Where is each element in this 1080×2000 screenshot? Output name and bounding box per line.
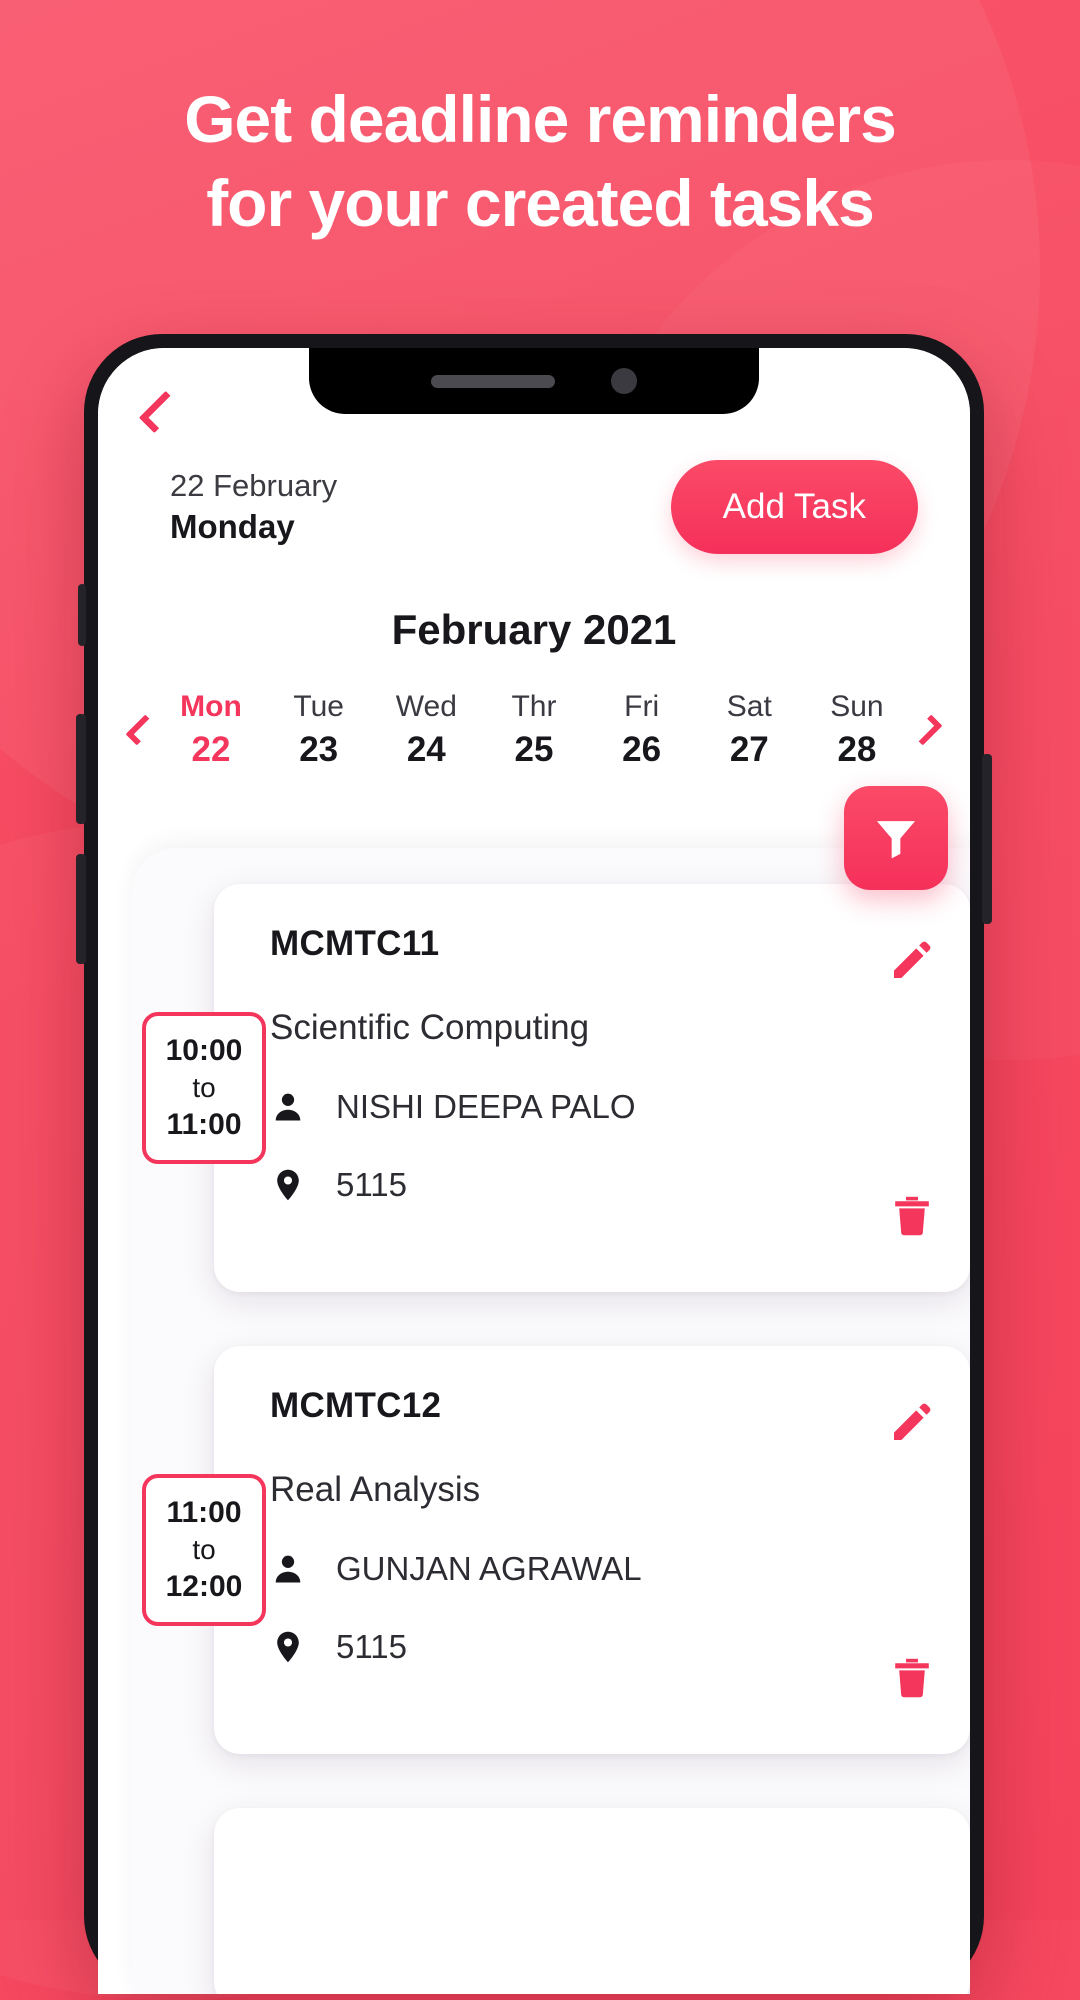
task-location-row: 5115 [270,1628,936,1666]
person-icon [275,1555,301,1583]
delete-task-button[interactable] [888,1654,936,1702]
next-week-button[interactable] [902,695,952,765]
day-name: Thr [511,690,557,723]
funnel-icon [876,821,916,859]
task-location: 5115 [336,1628,407,1665]
month-title: February 2021 [391,606,677,653]
headline-line-1: Get deadline reminders [184,82,897,156]
current-date-block: 22 February Monday [170,468,337,546]
task-start-time: 10:00 [165,1033,243,1067]
day-number: 25 [514,729,554,769]
header-date-row: 22 February Monday Add Task [98,460,970,554]
prev-week-button[interactable] [116,695,166,765]
phone-screen-frame: 22 February Monday Add Task February 202… [98,348,970,1994]
day-name: Fri [624,690,660,723]
day-cell-sun[interactable]: Sun 28 [818,688,896,771]
front-camera [611,368,637,394]
task-person-row: NISHI DEEPA PALO [270,1088,936,1126]
week-day-list: Mon 22 Tue 23 Wed 24 Thr 25 Fri 26 Sat 2… [166,688,902,771]
task-time-separator: to [192,1072,216,1104]
chevron-right-icon [911,714,943,746]
task-card-actions [888,1398,936,1702]
task-person-row: GUNJAN AGRAWAL [270,1550,936,1588]
task-row-partial[interactable] [98,1808,970,1994]
person-icon [275,1093,301,1121]
phone-mute-switch [78,584,86,646]
map-pin-icon [277,1169,299,1201]
task-code: MCMTC12 [270,1386,442,1425]
trash-icon [895,1658,929,1698]
headline-line-2: for your created tasks [206,166,875,240]
task-end-time: 11:00 [166,1107,242,1141]
task-start-time: 11:00 [166,1495,242,1529]
phone-mockup: 22 February Monday Add Task February 202… [76,334,992,1994]
promo-headline: Get deadline reminders for your created … [0,86,1080,236]
task-card[interactable]: MCMTC11 Scientific Computing NISHI DEEPA… [214,884,970,1292]
back-button[interactable] [136,384,184,440]
day-cell-mon[interactable]: Mon 22 [172,688,250,771]
task-end-time: 12:00 [165,1569,243,1603]
chevron-left-icon [125,714,157,746]
task-row[interactable]: 10:00 to 11:00 MCMTC11 Scientific Comput… [98,884,970,1292]
task-time-badge: 10:00 to 11:00 [142,1011,266,1165]
task-location: 5115 [336,1166,407,1203]
task-title: Scientific Computing [270,1008,590,1047]
phone-notch [309,348,759,414]
day-number: 27 [729,729,769,769]
map-pin-icon [277,1631,299,1663]
day-number: 24 [406,729,446,769]
day-number: 28 [837,729,877,769]
task-time-badge: 11:00 to 12:00 [142,1473,266,1627]
edit-task-button[interactable] [888,1398,936,1446]
phone-power-button [982,754,992,924]
task-row[interactable]: 11:00 to 12:00 MCMTC12 Real Analysis GUN… [98,1346,970,1754]
delete-task-button[interactable] [888,1192,936,1240]
task-card[interactable]: MCMTC12 Real Analysis GUNJAN AGRAWAL 511… [214,1346,970,1754]
trash-icon [895,1196,929,1236]
app-screen: 22 February Monday Add Task February 202… [98,348,970,1994]
day-name: Tue [293,690,344,723]
day-cell-fri[interactable]: Fri 26 [603,688,681,771]
add-task-button[interactable]: Add Task [670,460,918,554]
edit-task-button[interactable] [888,936,936,984]
day-cell-sat[interactable]: Sat 27 [710,688,788,771]
date-label: 22 February [170,468,338,504]
chevron-left-icon [138,390,182,434]
task-card[interactable] [214,1808,970,1994]
day-cell-wed[interactable]: Wed 24 [387,688,465,771]
phone-volume-up-button [76,714,86,824]
pencil-icon [894,1403,931,1440]
earpiece-speaker [431,374,555,388]
task-list-area: 10:00 to 11:00 MCMTC11 Scientific Comput… [98,786,970,1994]
task-code: MCMTC11 [270,924,440,963]
week-strip: Mon 22 Tue 23 Wed 24 Thr 25 Fri 26 Sat 2… [98,688,970,771]
task-card-actions [888,936,936,1240]
task-person-name: GUNJAN AGRAWAL [336,1550,642,1587]
day-cell-thr[interactable]: Thr 25 [495,688,573,771]
task-time-separator: to [192,1534,216,1566]
task-person-name: NISHI DEEPA PALO [336,1088,636,1125]
day-name: Sun [830,690,884,723]
day-number: 26 [622,729,662,769]
day-cell-tue[interactable]: Tue 23 [280,688,358,771]
day-name: Wed [395,690,457,723]
day-name: Sat [726,690,772,723]
phone-volume-down-button [76,854,86,964]
day-number: 23 [299,729,339,769]
day-number: 22 [191,729,231,769]
pencil-icon [894,941,931,978]
day-name: Mon [180,690,242,723]
filter-button[interactable] [844,786,948,890]
weekday-label: Monday [170,507,295,545]
task-title: Real Analysis [270,1470,481,1509]
task-location-row: 5115 [270,1166,936,1204]
